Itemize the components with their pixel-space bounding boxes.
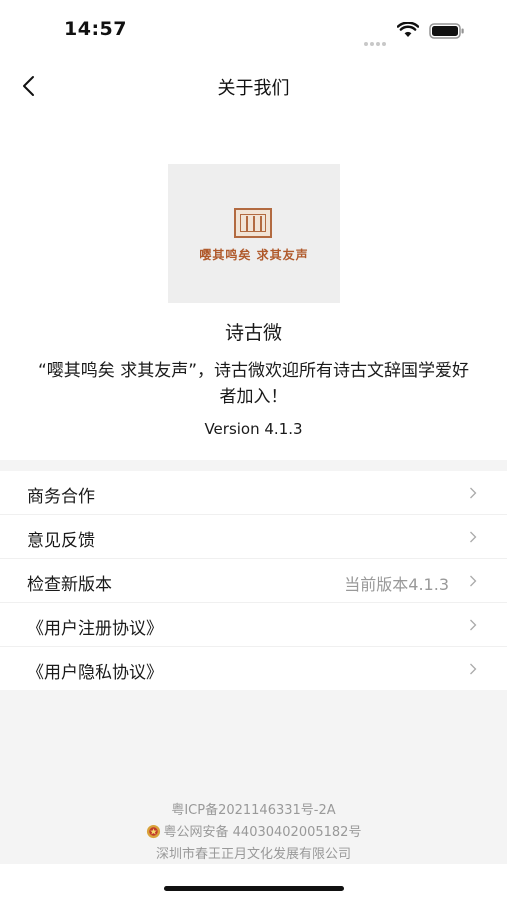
app-logo: 嘤其鸣矣 求其友声 xyxy=(168,164,340,303)
menu-item-label: 《用户隐私协议》 xyxy=(27,663,163,683)
battery-icon xyxy=(429,23,464,39)
menu-item-business[interactable]: 商务合作 xyxy=(0,471,507,515)
navigation-bar: 关于我们 xyxy=(0,62,507,110)
menu-item-label: 意见反馈 xyxy=(27,531,95,551)
icp-record[interactable]: 粤ICP备2021146331号-2A xyxy=(0,800,507,822)
police-record: 粤公网安备 44030402005182号 xyxy=(163,825,362,840)
chevron-right-icon xyxy=(470,663,477,675)
about-section: 嘤其鸣矣 求其友声 诗古微 “嘤其鸣矣 求其友声”，诗古微欢迎所有诗古文辞国学爱… xyxy=(0,110,507,460)
home-indicator[interactable] xyxy=(164,886,344,891)
page-title: 关于我们 xyxy=(217,78,290,99)
menu-item-register-agreement[interactable]: 《用户注册协议》 xyxy=(0,603,507,647)
bottom-safe-area xyxy=(0,864,507,900)
menu-item-label: 商务合作 xyxy=(27,487,95,507)
logo-slogan: 嘤其鸣矣 求其友声 xyxy=(199,248,309,262)
footer: 粤ICP备2021146331号-2A 粤公网安备 44030402005182… xyxy=(0,800,507,866)
app-version: Version 4.1.3 xyxy=(204,420,303,438)
menu-item-feedback[interactable]: 意见反馈 xyxy=(0,515,507,559)
menu-item-privacy-agreement[interactable]: 《用户隐私协议》 xyxy=(0,647,507,690)
menu-list: 商务合作 意见反馈 检查新版本 当前版本4.1.3 《用户注册协议》 《用户隐私… xyxy=(0,471,507,690)
status-time: 14:57 xyxy=(64,18,127,40)
status-bar: 14:57 xyxy=(0,0,507,62)
app-description: “嘤其鸣矣 求其友声”，诗古微欢迎所有诗古文辞国学爱好者加入！ xyxy=(37,361,470,407)
police-record-line[interactable]: 粤公网安备 44030402005182号 xyxy=(0,822,507,844)
police-badge-icon xyxy=(146,824,160,839)
seal-icon xyxy=(234,208,272,238)
company-name: 深圳市春王正月文化发展有限公司 xyxy=(155,847,351,862)
menu-item-label: 检查新版本 xyxy=(27,575,112,595)
chevron-right-icon xyxy=(470,531,477,543)
chevron-right-icon xyxy=(470,487,477,499)
signal-icon xyxy=(364,31,388,50)
current-version-value: 当前版本4.1.3 xyxy=(344,575,449,594)
wifi-icon xyxy=(397,22,419,37)
chevron-right-icon xyxy=(470,619,477,631)
menu-item-check-update[interactable]: 检查新版本 当前版本4.1.3 xyxy=(0,559,507,603)
app-name: 诗古微 xyxy=(224,322,282,344)
chevron-right-icon xyxy=(470,575,477,587)
menu-item-label: 《用户注册协议》 xyxy=(27,619,163,639)
